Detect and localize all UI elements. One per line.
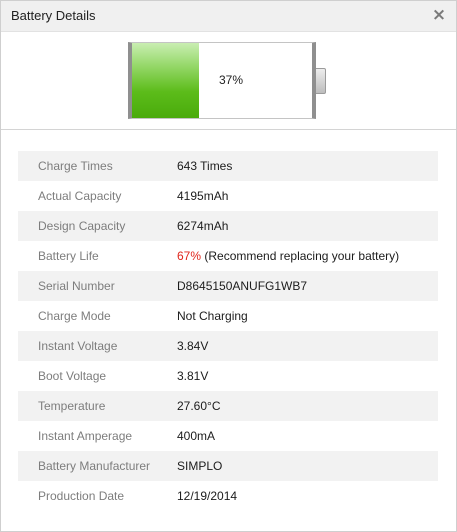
battery-percent: 37%: [219, 73, 244, 87]
row-production-date: Production Date 12/19/2014: [18, 481, 438, 511]
battery-terminal: [316, 68, 326, 94]
value-boot-voltage: 3.81V: [177, 369, 209, 383]
battery-details-window: Battery Details × 37% Charge Times 643 T…: [0, 0, 457, 532]
row-battery-life: Battery Life 67% (Recommend replacing yo…: [18, 241, 438, 271]
label-serial-number: Serial Number: [38, 279, 115, 293]
close-icon[interactable]: ×: [430, 6, 448, 24]
label-battery-life: Battery Life: [38, 249, 99, 263]
row-boot-voltage: Boot Voltage 3.81V: [18, 361, 438, 391]
value-instant-amperage: 400mA: [177, 429, 216, 443]
label-design-capacity: Design Capacity: [38, 219, 126, 233]
value-charge-times: 643 Times: [177, 159, 233, 173]
battery-level-fill: [132, 43, 199, 118]
value-charge-mode: Not Charging: [177, 309, 248, 323]
value-instant-voltage: 3.84V: [177, 339, 209, 353]
battery-life-advice: (Recommend replacing your battery): [201, 249, 400, 263]
window-title: Battery Details: [11, 8, 96, 23]
value-design-capacity: 6274mAh: [177, 219, 229, 233]
label-temperature: Temperature: [38, 399, 106, 413]
row-serial-number: Serial Number D8645150ANUFG1WB7: [18, 271, 438, 301]
row-temperature: Temperature 27.60°C: [18, 391, 438, 421]
row-instant-voltage: Instant Voltage 3.84V: [18, 331, 438, 361]
row-design-capacity: Design Capacity 6274mAh: [18, 211, 438, 241]
label-charge-mode: Charge Mode: [38, 309, 111, 323]
value-actual-capacity: 4195mAh: [177, 189, 229, 203]
battery-graphic: 37%: [1, 31, 456, 130]
label-charge-times: Charge Times: [38, 159, 113, 173]
value-temperature: 27.60°C: [177, 399, 221, 413]
row-instant-amperage: Instant Amperage 400mA: [18, 421, 438, 451]
title-bar: Battery Details ×: [1, 1, 456, 32]
label-instant-voltage: Instant Voltage: [38, 339, 118, 353]
value-production-date: 12/19/2014: [177, 489, 238, 503]
row-actual-capacity: Actual Capacity 4195mAh: [18, 181, 438, 211]
row-battery-manufacturer: Battery Manufacturer SIMPLO: [18, 451, 438, 481]
label-actual-capacity: Actual Capacity: [38, 189, 122, 203]
label-boot-voltage: Boot Voltage: [38, 369, 107, 383]
label-instant-amperage: Instant Amperage: [38, 429, 133, 443]
details-table: Charge Times 643 Times Actual Capacity 4…: [18, 151, 438, 511]
label-production-date: Production Date: [38, 489, 125, 503]
value-battery-life: 67% (Recommend replacing your battery): [177, 249, 399, 263]
row-charge-mode: Charge Mode Not Charging: [18, 301, 438, 331]
divider: [1, 129, 456, 130]
value-serial-number: D8645150ANUFG1WB7: [177, 279, 308, 293]
battery-life-percent: 67%: [177, 249, 202, 263]
label-battery-manufacturer: Battery Manufacturer: [38, 459, 151, 473]
row-charge-times: Charge Times 643 Times: [18, 151, 438, 181]
battery-icon: 37%: [128, 42, 316, 119]
value-battery-manufacturer: SIMPLO: [177, 459, 223, 473]
